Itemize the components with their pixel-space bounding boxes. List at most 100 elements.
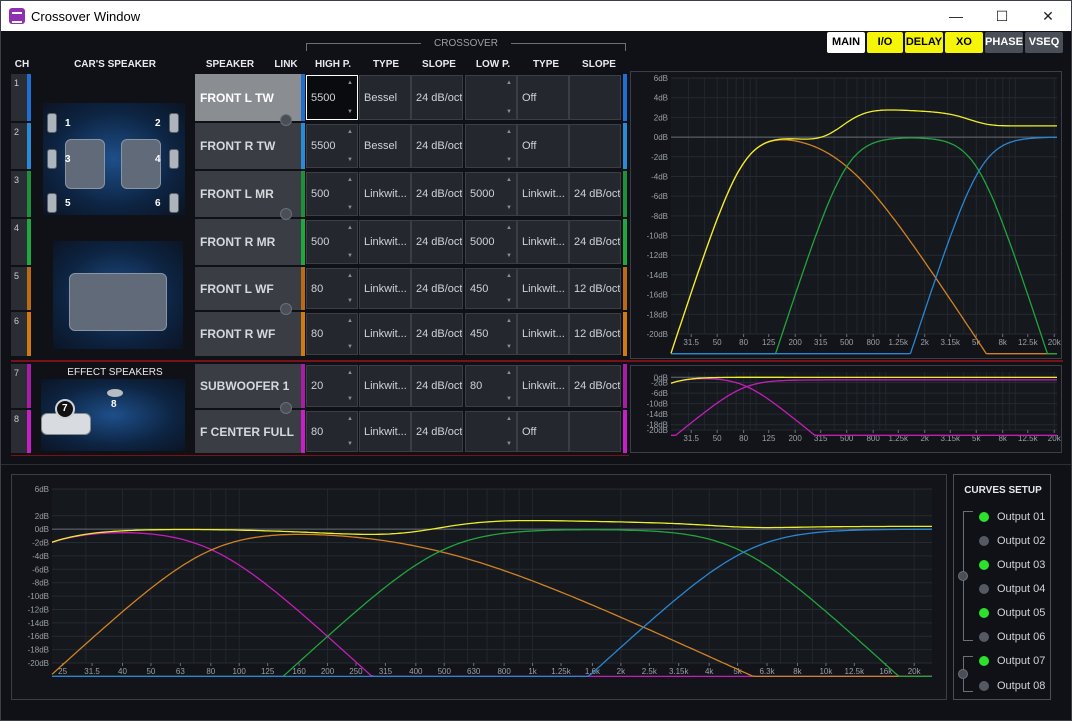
spinner-arrows-icon[interactable]: ▲ ▼ xyxy=(346,273,354,304)
mode-button-phase[interactable]: PHASE xyxy=(985,32,1023,53)
xo-field-lp[interactable]: 80 ▲ ▼ xyxy=(465,365,517,407)
minimize-button[interactable]: — xyxy=(933,1,979,31)
output-toggle-2[interactable]: Output 02 xyxy=(997,535,1045,547)
xo-field-hp[interactable]: 5500 ▲ ▼ xyxy=(306,75,358,120)
xo-field-hp[interactable]: 80 ▲ ▼ xyxy=(306,268,358,309)
xo-field-hp-type[interactable]: Linkwit... xyxy=(359,313,411,355)
xo-field-lp[interactable]: 5000 ▲ ▼ xyxy=(465,220,517,264)
xo-field-hp-type[interactable]: Linkwit... xyxy=(359,172,411,216)
spinner-arrows-icon[interactable]: ▲ ▼ xyxy=(346,177,354,211)
output-led-icon[interactable] xyxy=(979,608,989,618)
xo-field-hp-type[interactable]: Linkwit... xyxy=(359,220,411,264)
xo-field-hp[interactable]: 500 ▲ ▼ xyxy=(306,220,358,264)
xo-field-hp-slope[interactable]: 24 dB/oct xyxy=(411,365,463,407)
link-toggle-knob[interactable] xyxy=(280,402,292,414)
xo-field-hp[interactable]: 500 ▲ ▼ xyxy=(306,172,358,216)
xo-field-lp-type[interactable]: Off xyxy=(517,75,569,120)
xo-field-hp-type[interactable]: Linkwit... xyxy=(359,268,411,309)
xo-field-hp[interactable]: 5500 ▲ ▼ xyxy=(306,124,358,168)
xo-field-hp-slope[interactable]: 24 dB/oct xyxy=(411,220,463,264)
spinner-arrows-icon[interactable]: ▲ ▼ xyxy=(346,129,354,163)
xo-field-lp-slope[interactable]: 24 dB/oct xyxy=(569,365,621,407)
output-led-icon[interactable] xyxy=(979,536,989,546)
xo-field-lp-type[interactable]: Linkwit... xyxy=(517,365,569,407)
xo-field-lp-type[interactable]: Off xyxy=(517,124,569,168)
xo-graph-effects[interactable]: 0dB -2dB -6dB -10dB -14dB -18dB -20dB 31.5 50 80 1… xyxy=(630,365,1062,453)
xo-field-hp-type[interactable]: Bessel xyxy=(359,75,411,120)
speaker-name-4[interactable]: FRONT R MR xyxy=(195,219,301,265)
xo-field-lp[interactable]: 5000 ▲ ▼ xyxy=(465,172,517,216)
xo-field-hp-slope[interactable]: 24 dB/oct xyxy=(411,124,463,168)
xo-graph-main[interactable]: 6dB 4dB 2dB 0dB -2dB -4dB -6dB -8dB -10dB -12dB -1… xyxy=(630,71,1062,359)
link-toggle-knob[interactable] xyxy=(280,303,292,315)
spinner-arrows-icon[interactable]: ▲ ▼ xyxy=(346,225,354,259)
xo-field-lp[interactable]: 450 ▲ ▼ xyxy=(465,313,517,355)
xo-field-hp-slope[interactable]: 24 dB/oct xyxy=(411,313,463,355)
output-led-icon[interactable] xyxy=(979,584,989,594)
output-led-icon[interactable] xyxy=(979,656,989,666)
xo-field-hp-slope[interactable]: 24 dB/oct xyxy=(411,172,463,216)
spinner-arrows-icon[interactable]: ▲ ▼ xyxy=(505,370,513,402)
xo-field-lp[interactable]: 450 ▲ ▼ xyxy=(465,268,517,309)
mode-button-delay[interactable]: DELAY xyxy=(905,32,943,53)
xo-field-hp-slope[interactable]: 24 dB/oct xyxy=(411,411,463,452)
curves-link-knob-1[interactable] xyxy=(958,571,968,581)
xo-field-lp-slope[interactable]: 12 dB/oct xyxy=(569,268,621,309)
xo-field-hp[interactable]: 80 ▲ ▼ xyxy=(306,411,358,452)
output-led-icon[interactable] xyxy=(979,512,989,522)
xo-field-hp[interactable]: 20 ▲ ▼ xyxy=(306,365,358,407)
xo-field-hp-type[interactable]: Bessel xyxy=(359,124,411,168)
xo-field-hp-type[interactable]: Linkwit... xyxy=(359,411,411,452)
speaker-name-2[interactable]: FRONT R TW xyxy=(195,123,301,169)
xo-field-lp-slope[interactable] xyxy=(569,411,621,452)
xo-field-lp-slope[interactable] xyxy=(569,124,621,168)
mode-button-main[interactable]: MAIN xyxy=(827,32,865,53)
curves-link-knob-2[interactable] xyxy=(958,669,968,679)
spinner-arrows-icon[interactable]: ▲ ▼ xyxy=(505,416,513,447)
output-toggle-4[interactable]: Output 04 xyxy=(997,583,1045,595)
spinner-arrows-icon[interactable]: ▲ ▼ xyxy=(505,318,513,350)
maximize-button[interactable]: ☐ xyxy=(979,1,1025,31)
xo-field-hp-slope[interactable]: 24 dB/oct xyxy=(411,268,463,309)
spinner-arrows-icon[interactable]: ▲ ▼ xyxy=(346,370,354,402)
output-toggle-7[interactable]: Output 07 xyxy=(997,655,1045,667)
xo-field-hp-slope[interactable]: 24 dB/oct xyxy=(411,75,463,120)
xo-field-lp-type[interactable]: Linkwit... xyxy=(517,220,569,264)
output-toggle-6[interactable]: Output 06 xyxy=(997,631,1045,643)
xo-field-lp-type[interactable]: Linkwit... xyxy=(517,172,569,216)
output-toggle-8[interactable]: Output 08 xyxy=(997,680,1045,692)
spinner-arrows-icon[interactable]: ▲ ▼ xyxy=(505,225,513,259)
output-toggle-1[interactable]: Output 01 xyxy=(997,511,1045,523)
output-led-icon[interactable] xyxy=(979,560,989,570)
xo-field-lp-slope[interactable] xyxy=(569,75,621,120)
xo-field-lp-slope[interactable]: 12 dB/oct xyxy=(569,313,621,355)
spinner-arrows-icon[interactable]: ▲ ▼ xyxy=(505,80,513,115)
xo-field-lp-type[interactable]: Linkwit... xyxy=(517,313,569,355)
xo-field-lp-type[interactable]: Off xyxy=(517,411,569,452)
xo-graph-summary[interactable]: 6dB 2dB 0dB -2dB -4dB -6dB -8dB -10dB -12dB -14dB… xyxy=(11,474,947,700)
speaker-name-6[interactable]: FRONT R WF xyxy=(195,312,301,356)
close-button[interactable]: ✕ xyxy=(1025,1,1071,31)
spinner-arrows-icon[interactable]: ▲ ▼ xyxy=(346,80,354,115)
output-toggle-3[interactable]: Output 03 xyxy=(997,559,1045,571)
mode-button-i-o[interactable]: I/O xyxy=(867,32,903,53)
xo-field-lp[interactable]: ▲ ▼ xyxy=(465,411,517,452)
xo-field-hp-type[interactable]: Linkwit... xyxy=(359,365,411,407)
xo-field-lp-slope[interactable]: 24 dB/oct xyxy=(569,220,621,264)
output-led-icon[interactable] xyxy=(979,681,989,691)
mode-button-vseq[interactable]: VSEQ xyxy=(1025,32,1063,53)
mode-button-xo[interactable]: XO xyxy=(945,32,983,53)
spinner-arrows-icon[interactable]: ▲ ▼ xyxy=(505,129,513,163)
xo-field-lp[interactable]: ▲ ▼ xyxy=(465,75,517,120)
output-led-icon[interactable] xyxy=(979,632,989,642)
xo-field-lp-type[interactable]: Linkwit... xyxy=(517,268,569,309)
spinner-arrows-icon[interactable]: ▲ ▼ xyxy=(346,318,354,350)
xo-field-hp[interactable]: 80 ▲ ▼ xyxy=(306,313,358,355)
output-toggle-5[interactable]: Output 05 xyxy=(997,607,1045,619)
spinner-arrows-icon[interactable]: ▲ ▼ xyxy=(505,177,513,211)
link-toggle-knob[interactable] xyxy=(280,208,292,220)
spinner-arrows-icon[interactable]: ▲ ▼ xyxy=(505,273,513,304)
link-toggle-knob[interactable] xyxy=(280,114,292,126)
spinner-arrows-icon[interactable]: ▲ ▼ xyxy=(346,416,354,447)
xo-field-lp[interactable]: ▲ ▼ xyxy=(465,124,517,168)
